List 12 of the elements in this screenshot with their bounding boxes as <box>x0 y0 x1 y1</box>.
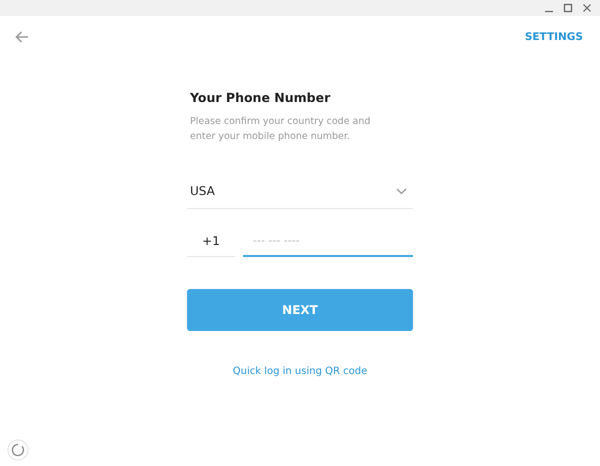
qr-login-link[interactable]: Quick log in using QR code <box>232 366 368 377</box>
close-icon[interactable] <box>582 3 592 13</box>
loading-spinner-icon <box>7 439 29 461</box>
country-dropdown[interactable]: USA <box>187 174 413 209</box>
next-button[interactable]: NEXT <box>187 289 413 331</box>
back-arrow-icon[interactable] <box>15 31 29 43</box>
form-title: Your Phone Number <box>189 90 332 105</box>
settings-link[interactable]: SETTINGS <box>524 31 583 43</box>
maximize-icon[interactable] <box>563 3 573 13</box>
country-code-field[interactable]: +1 <box>187 225 235 257</box>
chevron-down-icon <box>396 188 407 194</box>
form-description: Please confirm your country code and enter your mobile phone number. <box>189 115 372 144</box>
